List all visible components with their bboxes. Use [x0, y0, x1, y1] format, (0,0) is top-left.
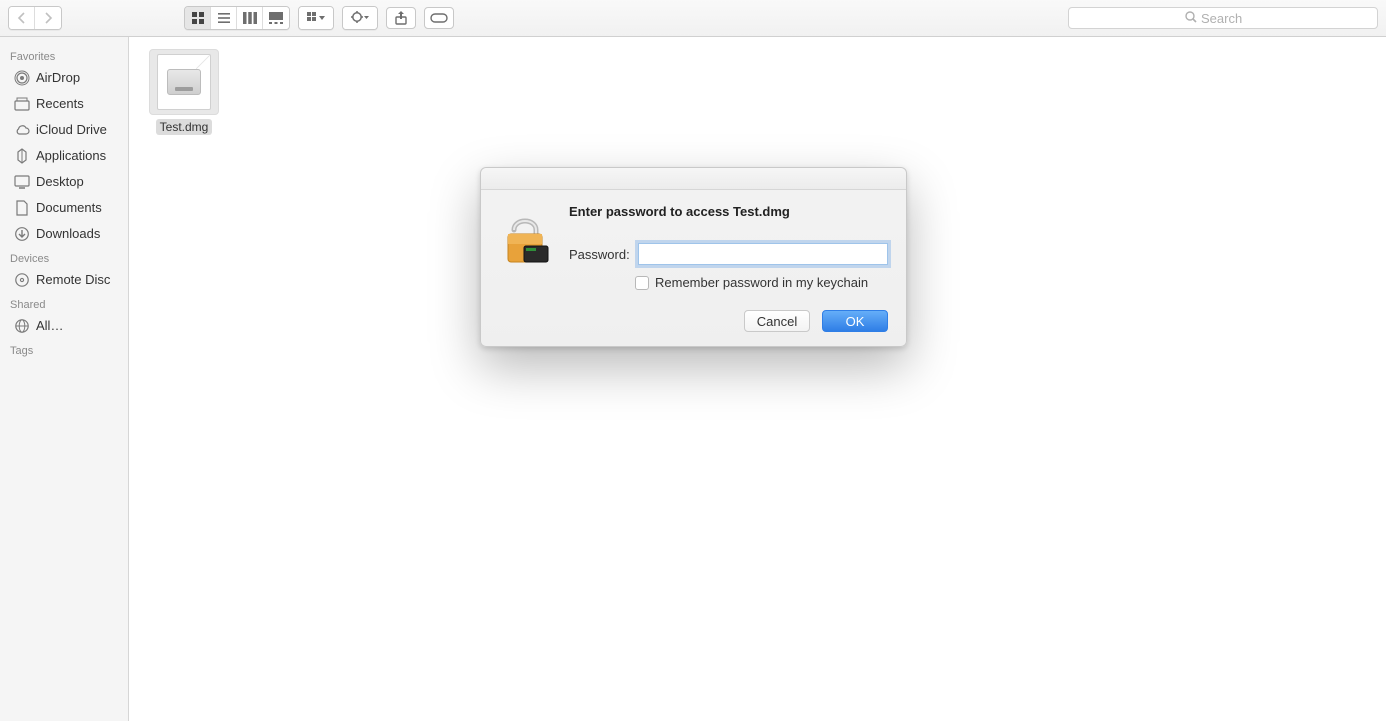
- password-label: Password:: [569, 247, 630, 262]
- sidebar-item-icloud[interactable]: iCloud Drive: [0, 117, 128, 143]
- dmg-icon: [167, 69, 201, 95]
- password-dialog: Enter password to access Test.dmg Passwo…: [480, 167, 907, 347]
- forward-button[interactable]: [35, 7, 61, 29]
- disc-icon: [14, 272, 30, 288]
- share-button[interactable]: [386, 7, 416, 29]
- file-name-label: Test.dmg: [156, 119, 213, 135]
- list-view-button[interactable]: [211, 7, 237, 29]
- sidebar-section-devices: Devices: [0, 247, 128, 267]
- nav-history-group: [8, 6, 62, 30]
- content-area: Test.dmg: [129, 37, 1386, 721]
- sidebar-item-label: iCloud Drive: [36, 120, 107, 140]
- cloud-icon: [14, 122, 30, 138]
- remember-label: Remember password in my keychain: [655, 275, 868, 290]
- view-mode-group: [184, 6, 290, 30]
- dialog-titlebar: [481, 168, 906, 190]
- sidebar-item-recents[interactable]: Recents: [0, 91, 128, 117]
- action-dropdown[interactable]: [342, 6, 378, 30]
- sidebar-item-label: Desktop: [36, 172, 84, 192]
- search-input[interactable]: [1201, 11, 1261, 26]
- sidebar-item-airdrop[interactable]: AirDrop: [0, 65, 128, 91]
- sidebar-item-remote-disc[interactable]: Remote Disc: [0, 267, 128, 293]
- sidebar-item-label: AirDrop: [36, 68, 80, 88]
- desktop-icon: [14, 174, 30, 190]
- search-field-wrap: [1068, 7, 1378, 29]
- dialog-heading: Enter password to access Test.dmg: [569, 204, 888, 219]
- sidebar-item-label: Recents: [36, 94, 84, 114]
- back-button[interactable]: [9, 7, 35, 29]
- sidebar-item-desktop[interactable]: Desktop: [0, 169, 128, 195]
- sidebar-section-tags: Tags: [0, 339, 128, 359]
- sidebar-item-documents[interactable]: Documents: [0, 195, 128, 221]
- remember-checkbox[interactable]: [635, 276, 649, 290]
- recents-icon: [14, 96, 30, 112]
- group-by-dropdown[interactable]: [298, 6, 334, 30]
- airdrop-icon: [14, 70, 30, 86]
- sidebar: Favorites AirDrop Recents iCloud Drive A…: [0, 37, 129, 721]
- file-item[interactable]: Test.dmg: [149, 49, 219, 135]
- sidebar-item-label: Applications: [36, 146, 106, 166]
- sidebar-section-favorites: Favorites: [0, 45, 128, 65]
- search-icon: [1185, 11, 1197, 26]
- sidebar-item-applications[interactable]: Applications: [0, 143, 128, 169]
- documents-icon: [14, 200, 30, 216]
- sidebar-item-label: Remote Disc: [36, 270, 110, 290]
- tags-button[interactable]: [424, 7, 454, 29]
- icon-view-button[interactable]: [185, 7, 211, 29]
- sidebar-item-all-shared[interactable]: All…: [0, 313, 128, 339]
- ok-button[interactable]: OK: [822, 310, 888, 332]
- lock-icon: [499, 204, 551, 306]
- network-icon: [14, 318, 30, 334]
- applications-icon: [14, 148, 30, 164]
- sidebar-item-label: Downloads: [36, 224, 100, 244]
- cancel-button[interactable]: Cancel: [744, 310, 810, 332]
- gallery-view-button[interactable]: [263, 7, 289, 29]
- sidebar-item-label: Documents: [36, 198, 102, 218]
- password-input[interactable]: [638, 243, 888, 265]
- sidebar-item-downloads[interactable]: Downloads: [0, 221, 128, 247]
- file-icon: [149, 49, 219, 115]
- sidebar-section-shared: Shared: [0, 293, 128, 313]
- downloads-icon: [14, 226, 30, 242]
- column-view-button[interactable]: [237, 7, 263, 29]
- toolbar: [0, 0, 1386, 37]
- sidebar-item-label: All…: [36, 316, 63, 336]
